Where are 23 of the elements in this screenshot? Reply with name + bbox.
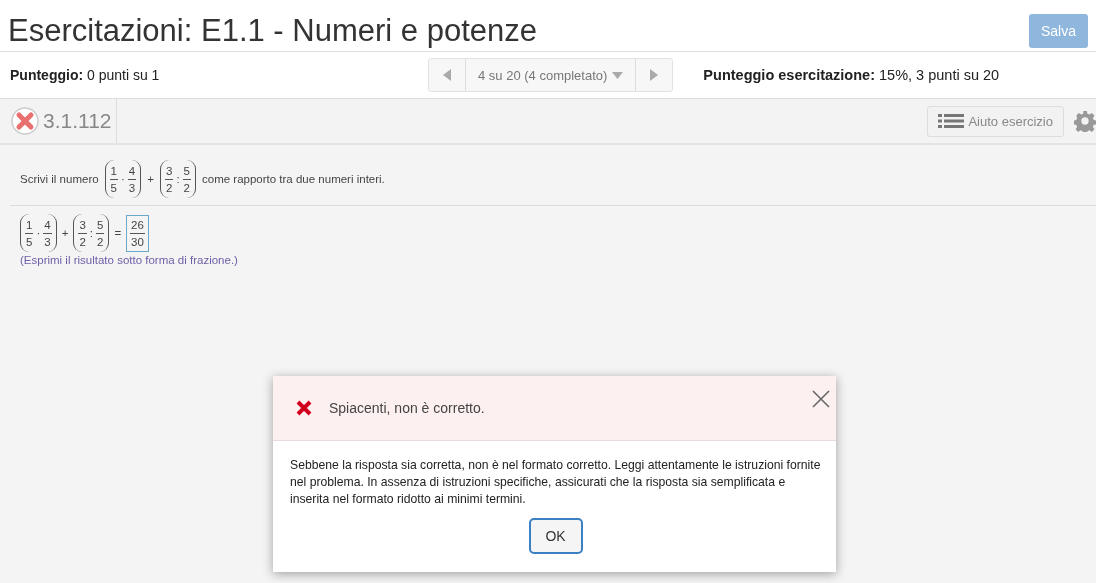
answer-field[interactable]: 26 30 [126,214,149,252]
help-button[interactable]: Aiuto esercizio [927,105,1064,137]
settings-icon[interactable] [1074,110,1096,132]
question-select[interactable]: 4 su 20 (4 completato) [465,59,637,91]
error-icon [296,400,312,416]
math-operator: + [61,227,69,239]
page-title: Esercitazioni: E1.1 - Numeri e potenze [8,12,537,49]
exercise-score-text: Punteggio esercitazione: 15%, 3 punti su 20 [703,67,1000,83]
exercise-number: 3.1.112 [43,109,112,133]
question-text: come rapporto tra due numeri interi. [202,173,385,185]
score-text: Punteggio: 0 punti su 1 [10,67,161,83]
math-operator: = [114,227,122,239]
list-icon [938,114,965,128]
question-text: Scrivi il numero [20,173,99,185]
dialog-message: Sebbene la risposta sia corretta, non è nel formato corretto. Leggi attentamente le istruzioni fornite nel problema. In assenza di istruzioni specifiche, assicurati che la risposta sia semplificata e inserita nel formato ridotto ai minimi termini. [290,457,821,508]
math-operator: + [147,173,154,185]
close-icon[interactable] [812,390,830,408]
caret-icon [612,71,624,79]
answer-hint: (Esprimi il risultato sotto forma di frazione.) [20,254,239,266]
next-icon [650,69,659,81]
previous-icon [443,69,451,81]
dialog-title: Spiacenti, non è corretto. [329,400,485,416]
ok-button[interactable]: OK [528,518,583,554]
